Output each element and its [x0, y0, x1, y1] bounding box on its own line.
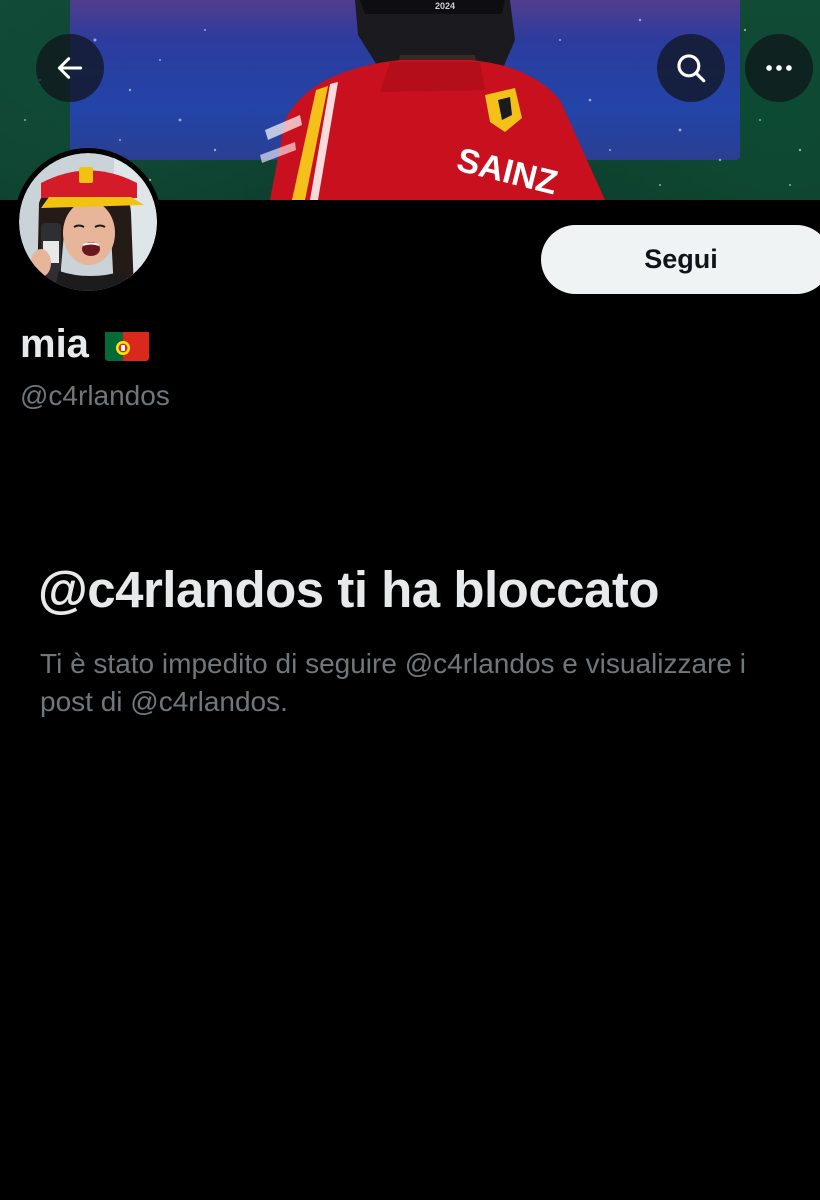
avatar-image: [19, 153, 157, 291]
portugal-flag-icon: [104, 329, 149, 361]
follow-button[interactable]: Segui: [541, 225, 820, 294]
blocked-description: Ti è stato impedito di seguire @c4rlando…: [40, 648, 746, 717]
follow-button-label: Segui: [644, 244, 718, 274]
back-button[interactable]: [36, 34, 104, 102]
user-handle: @c4rlandos: [20, 380, 170, 411]
driver-photo: SAINZ 2024: [260, 0, 605, 200]
cap-year-text: 2024: [435, 1, 455, 11]
display-name: mia: [20, 322, 149, 367]
profile-page: SAINZ 2024 Segui mia @c4rlandos @c4rland…: [0, 0, 820, 1200]
more-horizontal-icon: [766, 65, 792, 71]
display-name-text: mia: [20, 322, 89, 366]
avatar[interactable]: [14, 148, 162, 296]
arrow-left-icon: [57, 57, 83, 79]
search-icon: [677, 54, 706, 83]
more-options-button[interactable]: [745, 34, 813, 102]
blocked-title: @c4rlandos ti ha bloccato: [38, 561, 660, 618]
search-button[interactable]: [657, 34, 725, 102]
